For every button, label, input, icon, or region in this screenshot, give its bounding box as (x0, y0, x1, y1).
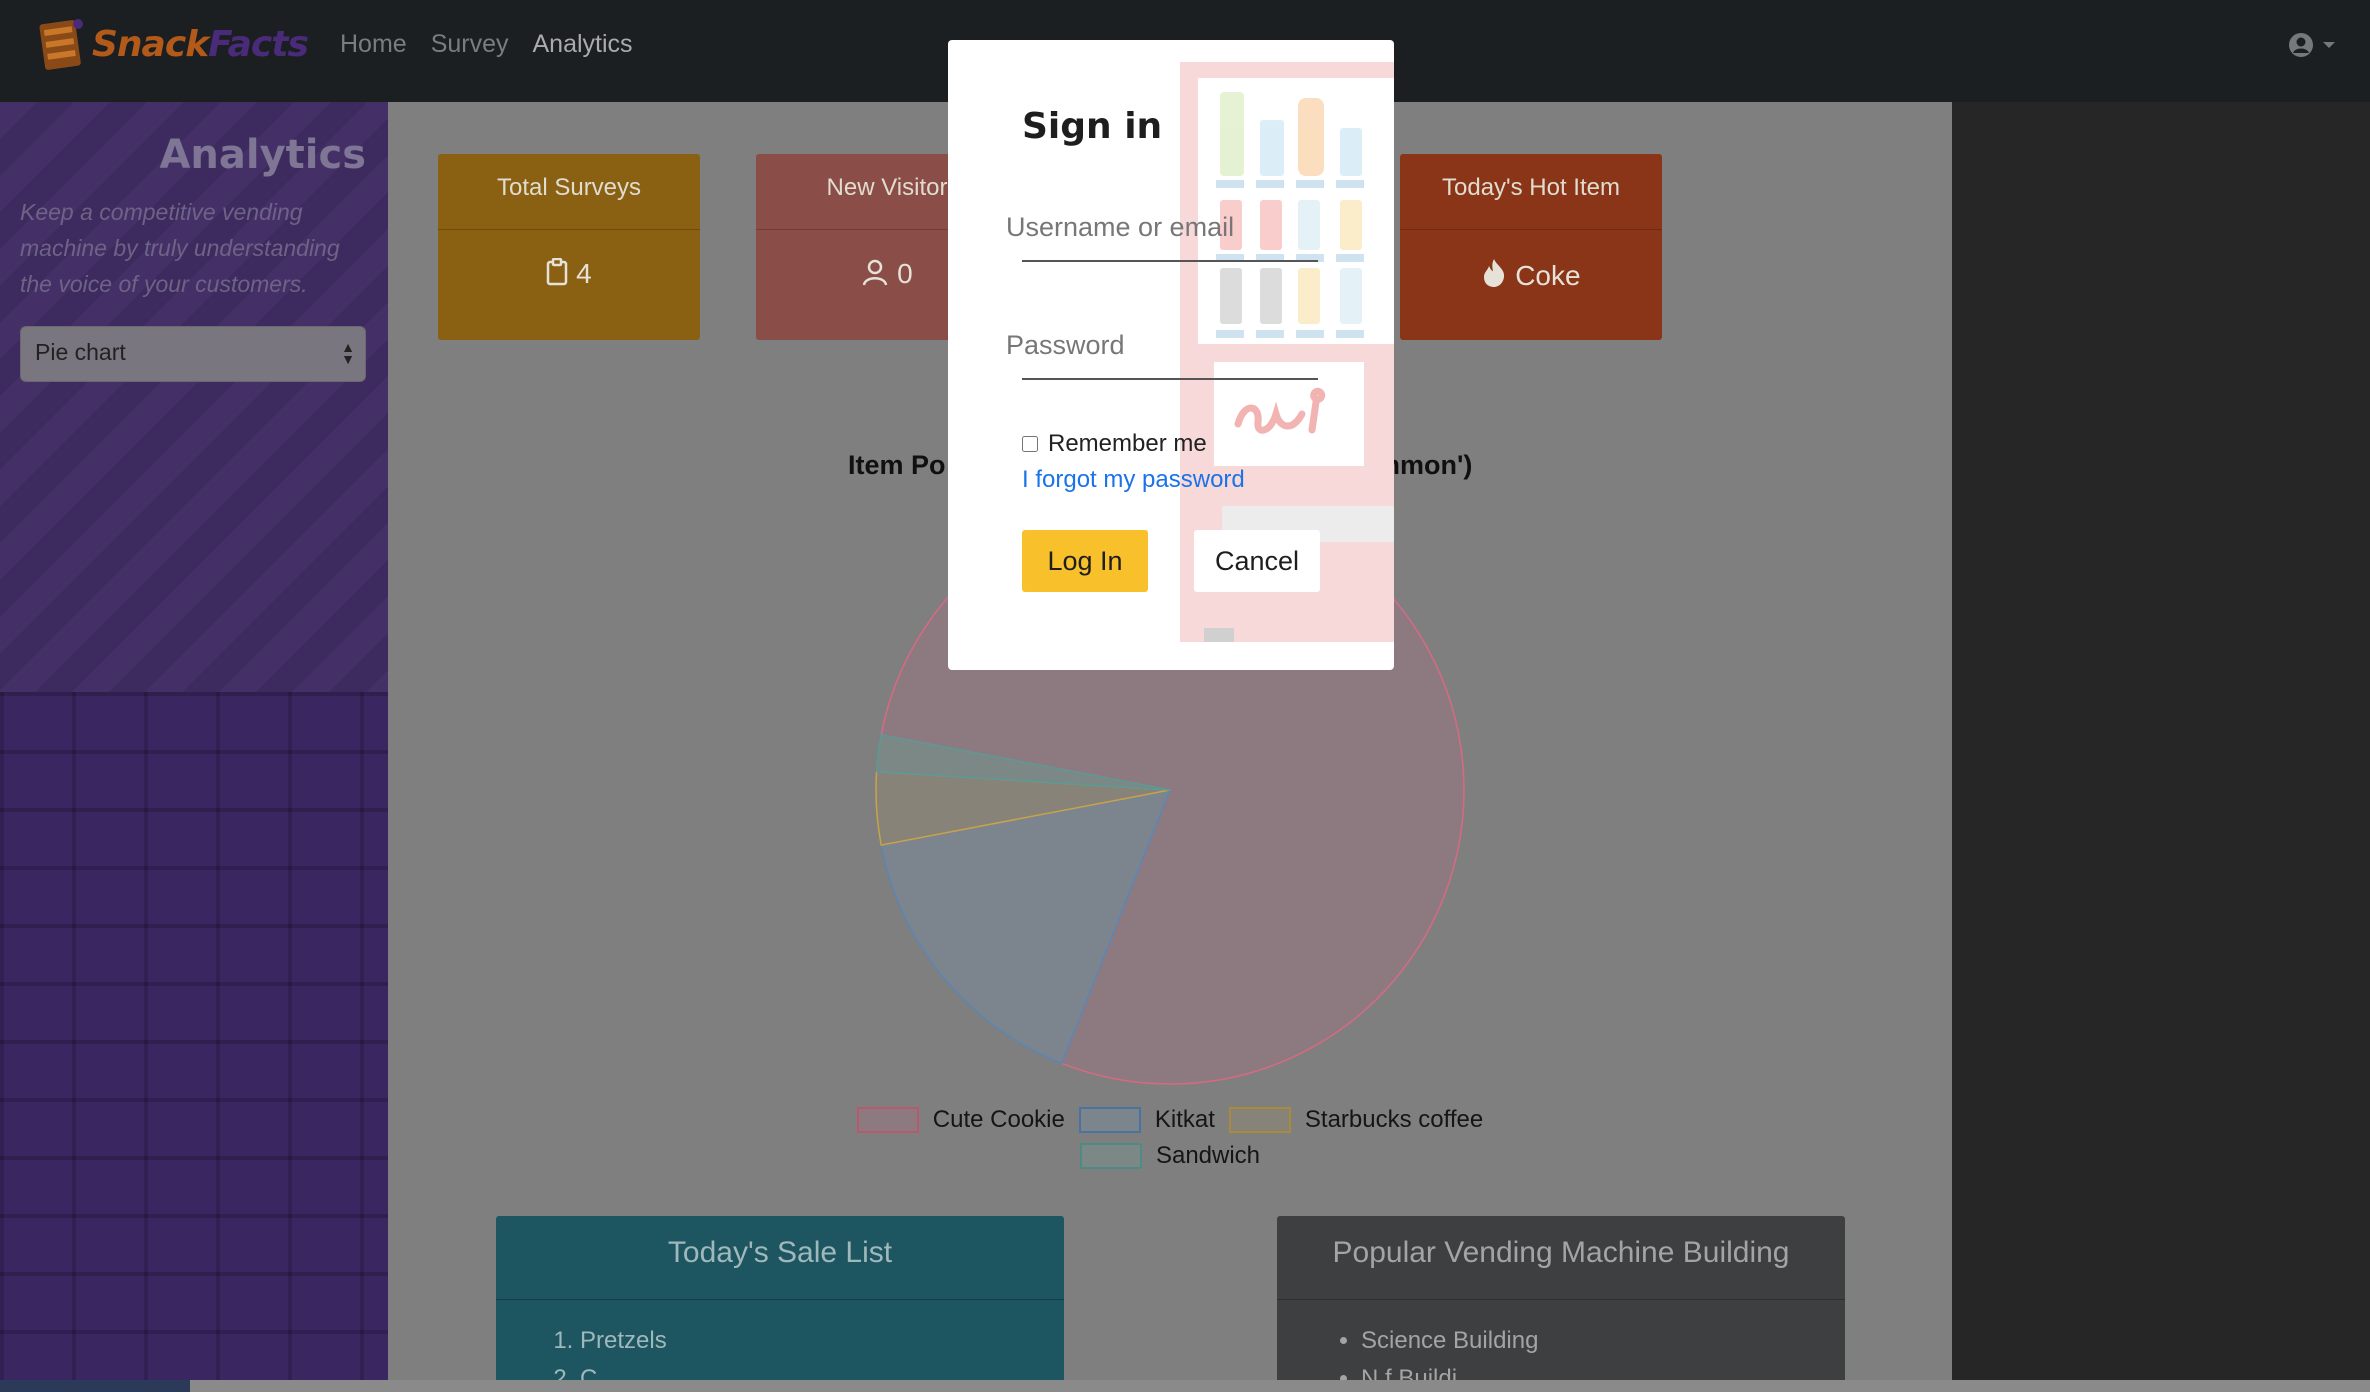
legend-item-sandwich[interactable]: Sandwich (1079, 1142, 1260, 1170)
card-value: 4 (438, 230, 700, 290)
legend-swatch (1078, 1107, 1141, 1133)
pie-slice-sandwich[interactable] (875, 734, 1171, 791)
brand-logo[interactable]: SnackFacts (36, 14, 309, 74)
snack-box-icon (36, 14, 88, 74)
nav-home-link[interactable]: Home (340, 30, 407, 59)
nav-analytics-link[interactable]: Analytics (533, 30, 633, 59)
cancel-button[interactable]: Cancel (1194, 530, 1320, 592)
nav-survey-link[interactable]: Survey (431, 30, 509, 59)
username-input[interactable] (1006, 204, 1306, 250)
sidebar-background-bottom (0, 692, 388, 1392)
legend-swatch (1079, 1143, 1142, 1169)
user-icon (861, 258, 897, 289)
chart-legend: Cute Cookie Kitkat Starbucks coffee Sand… (388, 1106, 1952, 1178)
remember-me-checkbox[interactable] (1022, 436, 1038, 452)
pie-slice-kitkat[interactable] (880, 789, 1172, 1065)
brand-name: SnackFacts (92, 23, 309, 65)
sidebar-description: Keep a competitive vending machine by tr… (20, 199, 340, 297)
user-circle-icon (2289, 33, 2313, 57)
modal-title: Sign in (1022, 106, 1163, 147)
right-gutter (1952, 102, 2370, 1392)
remember-me-label: Remember me (1048, 430, 1207, 457)
remember-me[interactable]: Remember me (1022, 430, 1207, 458)
clipboard-icon (546, 257, 576, 289)
chart-title-left: Item Po (848, 450, 946, 480)
legend-swatch (1228, 1107, 1291, 1133)
sidebar-background-top (0, 102, 388, 692)
legend-item-cute-cookie[interactable]: Cute Cookie (856, 1106, 1065, 1134)
hot-item-card: Today's Hot Item Coke (1400, 154, 1662, 340)
caret-down-icon (2323, 42, 2335, 48)
legend-item-starbucks-coffee[interactable]: Starbucks coffee (1228, 1106, 1483, 1134)
legend-swatch (856, 1107, 919, 1133)
todays-sale-list-panel: Today's Sale List Pretzels C (496, 1216, 1064, 1392)
card-title: Total Surveys (438, 154, 700, 230)
user-menu-toggle[interactable] (2288, 32, 2336, 58)
select-arrows-icon: ▲ ▼ (341, 339, 355, 367)
card-title: Today's Hot Item (1400, 154, 1662, 230)
chart-type-selected-value: Pie chart (35, 339, 126, 365)
forgot-password-link[interactable]: I forgot my password (1022, 466, 1245, 494)
nav-links: Home Survey Analytics (340, 30, 633, 59)
chart-type-select[interactable]: Pie chart ▲ ▼ (20, 326, 366, 382)
pie-slice-starbucks-coffee[interactable] (875, 770, 1171, 846)
legend-item-kitkat[interactable]: Kitkat (1078, 1106, 1215, 1134)
panel-title: Today's Sale List (496, 1216, 1064, 1300)
log-in-button[interactable]: Log In (1022, 530, 1148, 592)
list-item: Pretzels (580, 1322, 1064, 1360)
sidebar-title: Analytics (159, 132, 366, 178)
fire-icon (1481, 259, 1515, 291)
panel-title: Popular Vending Machine Building (1277, 1216, 1845, 1300)
username-field (1006, 204, 1318, 262)
password-field (1006, 322, 1318, 380)
sidebar: Analytics Keep a competitive vending mac… (0, 102, 388, 1392)
sign-in-modal: Sign in Remember me I forgot my password… (948, 40, 1394, 670)
password-input[interactable] (1006, 322, 1306, 368)
total-surveys-card: Total Surveys 4 (438, 154, 700, 340)
horizontal-scrollbar[interactable] (0, 1380, 2370, 1392)
popular-building-panel: Popular Vending Machine Building Science… (1277, 1216, 1845, 1392)
scrollbar-thumb[interactable] (0, 1380, 190, 1392)
list-item: Science Building (1361, 1322, 1845, 1360)
card-value: Coke (1400, 230, 1662, 292)
